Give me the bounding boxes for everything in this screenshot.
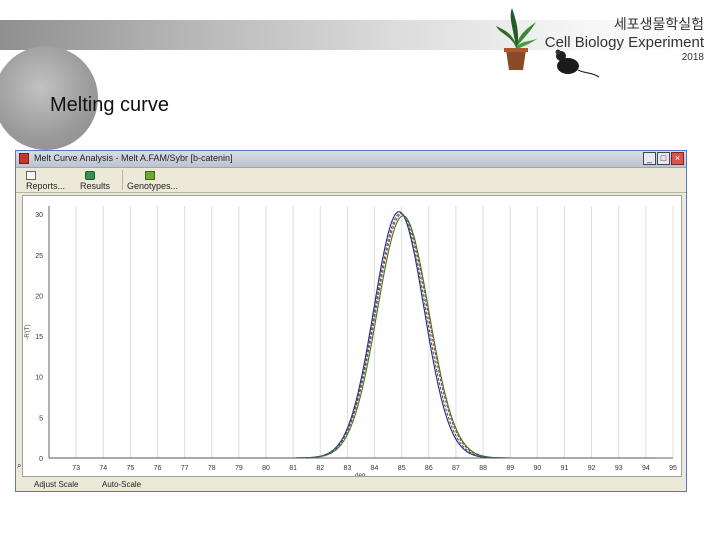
window-title: Melt Curve Analysis - Melt A.FAM/Sybr [b… (34, 153, 233, 163)
y-tick-label: 0 (39, 456, 43, 463)
toolbar: Reports... Results Genotypes... (16, 168, 686, 193)
x-tick-label: 91 (561, 465, 569, 472)
melt-curve-window: Melt Curve Analysis - Melt A.FAM/Sybr [b… (15, 150, 687, 492)
x-tick-label: 84 (371, 465, 379, 472)
maximize-button[interactable]: □ (657, 152, 670, 165)
x-tick-label: 76 (154, 465, 162, 472)
results-label: Results (80, 181, 111, 191)
header-year: 2018 (681, 52, 704, 63)
y-tick-label: 5 (39, 415, 43, 422)
header-english-title: Cell Biology Experiment (544, 34, 704, 51)
adjust-scale-button[interactable]: Adjust Scale (34, 480, 78, 489)
x-tick-label: 89 (506, 465, 514, 472)
minimize-button[interactable]: _ (643, 152, 656, 165)
x-tick-label: 74 (99, 465, 107, 472)
x-tick-label: 93 (615, 465, 623, 472)
y-tick-label: 25 (35, 253, 43, 260)
x-tick-label: 81 (289, 465, 297, 472)
x-tick-label: 82 (316, 465, 324, 472)
x-tick-label: 79 (235, 465, 243, 472)
y-tick-label: 10 (35, 375, 43, 382)
plant-icon (496, 8, 538, 70)
report-icon (26, 171, 36, 180)
x-axis-label: deg. (355, 473, 367, 476)
x-tick-label: 77 (181, 465, 189, 472)
x-tick-label: 86 (425, 465, 433, 472)
x-tick-label: 83 (344, 465, 352, 472)
x-tick-label: 73 (72, 465, 80, 472)
results-button[interactable]: Results (80, 170, 116, 191)
melt-curve-plot[interactable]: 73 74 75 76 77 78 79 80 81 82 83 84 85 86 87 88 89 90 91 92… (22, 195, 682, 477)
melt-curve-series-line (49, 215, 657, 459)
x-tick-label: 87 (452, 465, 460, 472)
header-korean-title: 세포생물학실험 (613, 17, 704, 33)
reports-button[interactable]: Reports... (26, 170, 66, 191)
x-tick-label: 85 (398, 465, 406, 472)
x-tick-label: 88 (479, 465, 487, 472)
zoom-icon[interactable]: ⌕ (17, 461, 25, 471)
melt-curve-chart: 73 74 75 76 77 78 79 80 81 82 83 84 85 86 87 88 89 90 91 92… (25, 206, 677, 476)
auto-scale-button[interactable]: Auto-Scale (102, 480, 141, 489)
genotypes-label: Genotypes... (127, 181, 179, 191)
x-tick-label: 90 (533, 465, 541, 472)
close-button[interactable]: × (671, 152, 684, 165)
window-titlebar[interactable]: Melt Curve Analysis - Melt A.FAM/Sybr [b… (16, 151, 686, 168)
y-tick-label: 15 (35, 334, 43, 341)
x-tick-label: 92 (588, 465, 596, 472)
genotypes-icon (145, 171, 155, 180)
x-tick-label: 78 (208, 465, 216, 472)
slide-title: Melting curve (50, 94, 169, 116)
x-tick-label: 94 (642, 465, 650, 472)
x-tick-label: 80 (262, 465, 270, 472)
status-bar: Adjust Scale Auto-Scale (22, 479, 682, 491)
y-axis-label: -R'(T) (25, 324, 31, 339)
x-tick-label: 75 (126, 465, 134, 472)
x-tick-label: 95 (669, 465, 677, 472)
reports-label: Reports... (26, 181, 66, 191)
genotypes-button[interactable]: Genotypes... (122, 170, 179, 191)
y-tick-label: 20 (35, 293, 43, 300)
app-icon (19, 153, 29, 164)
results-icon (85, 171, 95, 180)
y-tick-label: 30 (35, 212, 43, 219)
